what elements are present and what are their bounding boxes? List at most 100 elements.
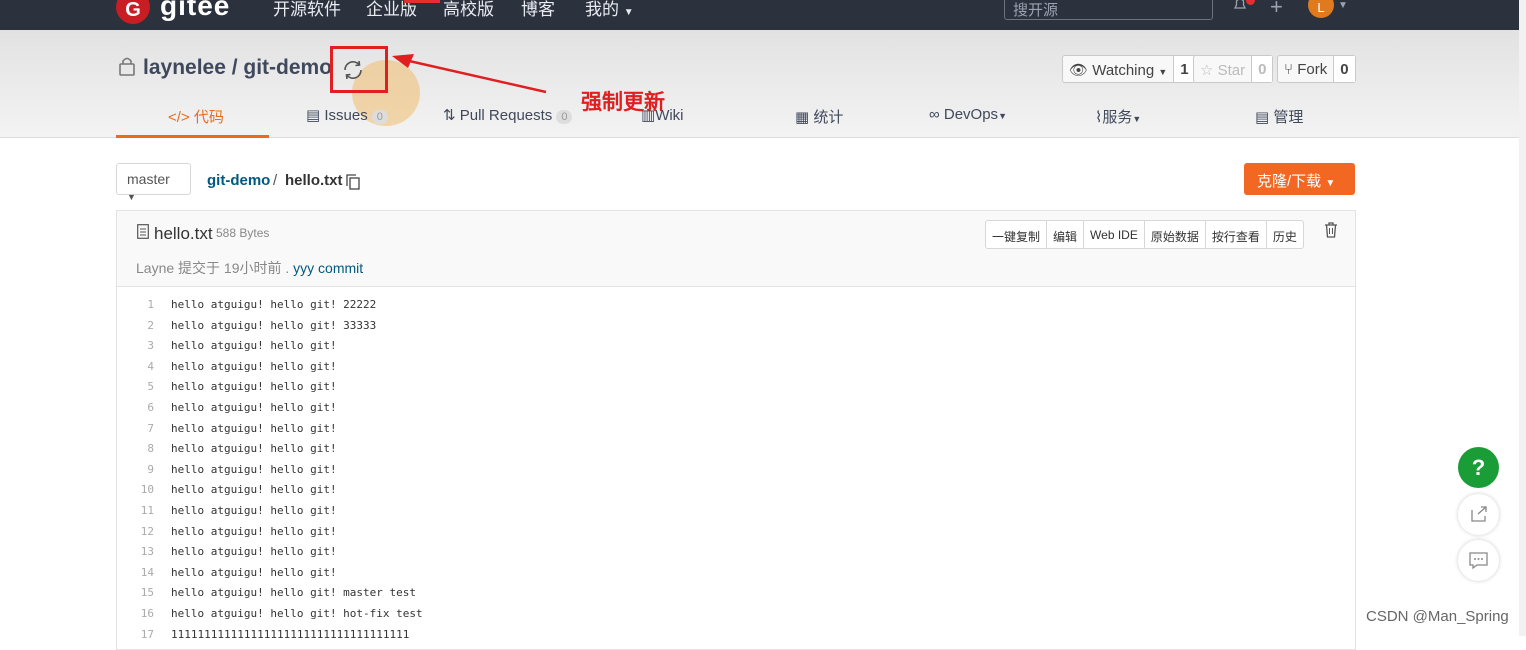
line-text: hello atguigu! hello git! (171, 380, 337, 394)
line-number[interactable]: 8 (116, 442, 154, 455)
copy-path-icon[interactable] (346, 174, 360, 190)
nav-enterprise[interactable]: 企业版 (366, 0, 417, 20)
line-number[interactable]: 7 (116, 422, 154, 435)
line-text: hello atguigu! hello git! (171, 462, 337, 476)
line-number[interactable]: 12 (116, 525, 154, 538)
tab-code[interactable]: </> 代码 (168, 106, 224, 127)
line-text: hello atguigu! hello git! 22222 (171, 298, 377, 311)
line-text: hello atguigu! hello git! (171, 401, 337, 414)
line-number[interactable]: 4 (116, 360, 154, 373)
chevron-down-icon[interactable]: ▼ (1338, 0, 1348, 11)
chevron-down-icon: ▼ (1132, 114, 1142, 124)
file-name: hello.txt (154, 224, 213, 243)
line-number[interactable]: 9 (116, 463, 154, 476)
manage-icon: ▤ (1255, 109, 1270, 126)
tab-stats-label: 统计 (813, 109, 844, 126)
tab-issues[interactable]: ▤ Issues 0 (306, 106, 388, 124)
edit-button[interactable]: 编辑 (1047, 221, 1085, 248)
gitee-logo-text[interactable]: gitee (160, 0, 230, 22)
nav-university[interactable]: 高校版 (443, 0, 494, 20)
web-ide-button[interactable]: Web IDE (1084, 221, 1145, 248)
chevron-down-icon: ▼ (127, 192, 136, 202)
nav-blog[interactable]: 博客 (521, 0, 555, 20)
fork-button[interactable]: ⑂ Fork 0 (1277, 55, 1356, 83)
repo-title[interactable]: laynelee / git-demo (143, 56, 332, 80)
chevron-down-icon: ▼ (998, 111, 1007, 121)
line-number[interactable]: 15 (116, 586, 154, 599)
active-tab-indicator (116, 135, 269, 138)
line-text: hello atguigu! hello git! hot-fix test (171, 607, 423, 620)
file-size: 588 Bytes (216, 226, 270, 240)
blame-button[interactable]: 按行查看 (1206, 221, 1267, 248)
chevron-down-icon: ▼ (1158, 67, 1168, 77)
fork-count[interactable]: 0 (1333, 56, 1355, 82)
search-input[interactable]: 搜开源 (1004, 0, 1213, 20)
line-number[interactable]: 13 (116, 545, 154, 558)
tab-devops-label: DevOps (943, 106, 999, 123)
watermark: CSDN @Man_Spring (1366, 608, 1509, 625)
branch-label: master (127, 171, 170, 187)
tab-wiki[interactable]: ▥Wiki (641, 106, 684, 124)
nav-mine[interactable]: 我的 ▼ (585, 0, 634, 20)
copy-all-button[interactable]: 一键复制 (986, 221, 1048, 248)
clone-download-button[interactable]: 克隆/下载 ▼ (1244, 163, 1355, 195)
breadcrumb-repo[interactable]: git-demo (207, 172, 270, 189)
commit-author: Layne 提交于 19小时前 . (136, 260, 290, 276)
tab-service[interactable]: ⌇服务▼ (1095, 106, 1141, 127)
refresh-icon[interactable] (341, 58, 365, 82)
pull-request-icon: ⇅ (443, 107, 456, 124)
watch-label: Watching (1092, 62, 1155, 79)
tab-stats[interactable]: ▦ 统计 (795, 106, 843, 127)
comment-button[interactable] (1458, 540, 1499, 581)
line-text: hello atguigu! hello git! (171, 339, 337, 353)
share-button[interactable] (1458, 494, 1499, 535)
history-button[interactable]: 历史 (1267, 221, 1303, 248)
comment-icon (1469, 552, 1488, 570)
branch-select[interactable]: master ▼ (116, 163, 191, 202)
watch-count[interactable]: 1 (1173, 56, 1195, 82)
tab-pr-label: Pull Requests (459, 107, 553, 124)
line-text: hello atguigu! hello git! (171, 565, 337, 579)
tab-manage-label: 管理 (1273, 109, 1304, 126)
raw-button[interactable]: 原始数据 (1145, 221, 1206, 248)
wiki-icon: ▥ (641, 107, 656, 124)
star-count[interactable]: 0 (1251, 56, 1273, 82)
line-number[interactable]: 6 (116, 401, 154, 414)
line-number[interactable]: 5 (116, 380, 154, 393)
tab-code-label: 代码 (193, 109, 224, 126)
issues-count: 0 (371, 110, 388, 124)
commit-message-link[interactable]: yyy commit (293, 260, 363, 276)
line-text: hello atguigu! hello git! (171, 524, 337, 538)
line-text: hello atguigu! hello git! master test (171, 586, 417, 600)
line-number[interactable]: 3 (116, 339, 154, 352)
tab-devops[interactable]: ∞ DevOps▼ (929, 106, 1007, 123)
line-text: 111111111111111111111111111111111111 (171, 627, 410, 641)
nav-open-source[interactable]: 开源软件 (273, 0, 341, 20)
line-text: hello atguigu! hello git! (171, 421, 337, 435)
line-number[interactable]: 17 (116, 628, 154, 641)
plus-icon[interactable]: + (1270, 0, 1283, 20)
line-text: hello atguigu! hello git! 33333 (171, 318, 377, 332)
fork-label: Fork (1297, 61, 1328, 78)
line-text: hello atguigu! hello git! (171, 545, 337, 559)
tab-manage[interactable]: ▤ 管理 (1255, 106, 1303, 127)
clone-label: 克隆/下载 (1257, 173, 1322, 190)
line-number[interactable]: 1 (116, 298, 154, 311)
star-icon: ☆ (1200, 62, 1214, 79)
line-number[interactable]: 10 (116, 483, 154, 496)
star-button[interactable]: ☆ Star 0 (1193, 55, 1274, 83)
breadcrumb-separator: / (273, 172, 278, 189)
line-text: hello atguigu! hello git! (171, 504, 337, 517)
tab-pull-requests[interactable]: ⇅ Pull Requests 0 (443, 106, 573, 124)
trash-icon[interactable] (1324, 222, 1338, 238)
watch-button[interactable]: 👁 Watching ▼ 1 (1062, 55, 1196, 83)
scrollbar[interactable] (1519, 0, 1526, 636)
line-number[interactable]: 14 (116, 566, 154, 579)
annotation-arrow (392, 54, 547, 94)
help-button[interactable]: ? (1458, 447, 1499, 488)
breadcrumb-file: hello.txt (285, 172, 343, 189)
line-number[interactable]: 16 (116, 607, 154, 620)
line-number[interactable]: 11 (116, 504, 154, 517)
line-text: hello atguigu! hello git! (171, 359, 337, 373)
line-number[interactable]: 2 (116, 319, 154, 332)
